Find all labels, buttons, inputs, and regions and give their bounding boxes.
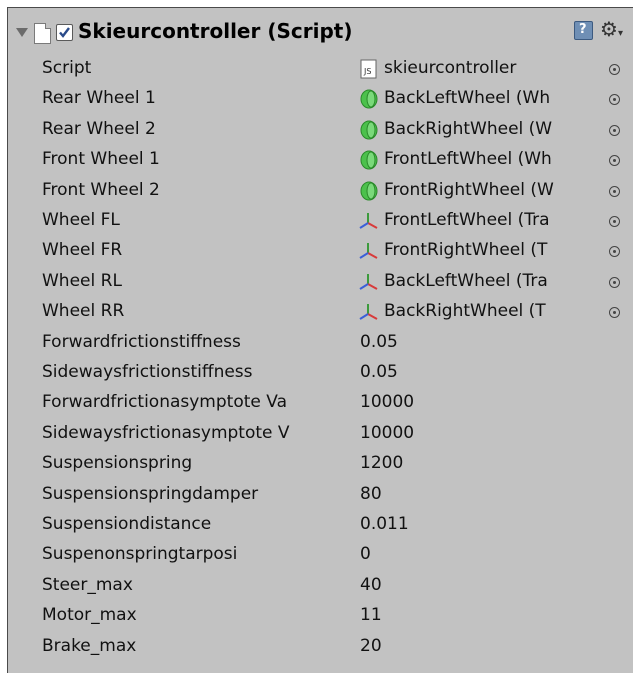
object-picker-icon[interactable] (609, 277, 620, 288)
wheel-collider-icon (359, 89, 379, 109)
field-label: Suspenonspringtarposi (42, 544, 238, 564)
field-label: Wheel RR (42, 301, 125, 321)
transform-icon (359, 272, 379, 292)
object-field-row: Front Wheel 2 FrontRightWheel (W (8, 177, 633, 207)
checkmark-icon (59, 27, 70, 38)
object-field-row: Script JS skieurcontroller (8, 55, 633, 85)
field-label: Forwardfrictionstiffness (42, 332, 241, 352)
field-label: Suspensionspringdamper (42, 484, 259, 504)
field-label: Suspensionspring (42, 453, 193, 473)
field-label: Forwardfrictionasymptote Va (42, 392, 287, 412)
number-field-value[interactable]: 20 (360, 636, 620, 656)
field-label: Sidewaysfrictionasymptote V (42, 423, 290, 443)
number-field-row: Brake_max 20 (8, 633, 633, 663)
object-picker-icon[interactable] (609, 246, 620, 257)
field-label: Front Wheel 1 (42, 149, 160, 169)
object-picker-icon[interactable] (609, 125, 620, 136)
number-field-value[interactable]: 0.05 (360, 362, 620, 382)
number-field-value[interactable]: 80 (360, 484, 620, 504)
number-field-row: Forwardfrictionstiffness 0.05 (8, 329, 633, 359)
script-file-icon (34, 23, 51, 44)
component-enabled-checkbox[interactable] (56, 24, 73, 41)
object-picker-icon[interactable] (609, 64, 620, 75)
number-field-row: Suspensionspringdamper 80 (8, 481, 633, 511)
object-field-row: Front Wheel 1 FrontLeftWheel (Wh (8, 146, 633, 176)
object-picker-icon[interactable] (609, 186, 620, 197)
wheel-collider-icon (359, 181, 379, 201)
object-picker-icon[interactable] (609, 216, 620, 227)
number-field-value[interactable]: 11 (360, 605, 620, 625)
object-picker-icon[interactable] (609, 94, 620, 105)
number-field-value[interactable]: 0.011 (360, 514, 620, 534)
number-field-row: Forwardfrictionasymptote Va 10000 (8, 389, 633, 419)
component-title: Skieurcontroller (Script) (78, 19, 353, 43)
number-field-row: Suspensionspring 1200 (8, 450, 633, 480)
object-field-value[interactable]: BackRightWheel (W (384, 119, 606, 139)
field-label: Motor_max (42, 605, 137, 625)
field-label: Wheel FR (42, 240, 123, 260)
number-field-row: Suspensiondistance 0.011 (8, 511, 633, 541)
field-label: Suspensiondistance (42, 514, 212, 534)
object-field-value[interactable]: FrontRightWheel (W (384, 180, 606, 200)
field-label: Sidewaysfrictionstiffness (42, 362, 253, 382)
svg-text:JS: JS (363, 67, 371, 76)
wheel-collider-icon (359, 120, 379, 140)
number-field-value[interactable]: 0.05 (360, 332, 620, 352)
object-field-value[interactable]: FrontLeftWheel (Wh (384, 149, 606, 169)
object-field-row: Wheel RR BackRightWheel (T (8, 298, 633, 328)
object-picker-icon[interactable] (609, 307, 620, 318)
number-field-row: Sidewaysfrictionasymptote V 10000 (8, 420, 633, 450)
number-field-row: Motor_max 11 (8, 602, 633, 632)
transform-icon (359, 302, 379, 322)
field-label: Front Wheel 2 (42, 180, 160, 200)
object-field-value[interactable]: FrontRightWheel (T (384, 240, 606, 260)
field-label: Brake_max (42, 636, 137, 656)
inspector-panel: Skieurcontroller (Script) ⚙▾ Script JS ski… (7, 7, 633, 673)
object-field-row: Wheel FL FrontLeftWheel (Tra (8, 207, 633, 237)
field-label: Script (42, 58, 92, 78)
number-field-value[interactable]: 10000 (360, 423, 620, 443)
gear-icon[interactable]: ⚙▾ (600, 17, 623, 41)
field-label: Steer_max (42, 575, 133, 595)
number-field-value[interactable]: 40 (360, 575, 620, 595)
object-field-row: Wheel RL BackLeftWheel (Tra (8, 268, 633, 298)
number-field-row: Sidewaysfrictionstiffness 0.05 (8, 359, 633, 389)
object-field-row: Wheel FR FrontRightWheel (T (8, 237, 633, 267)
component-header[interactable]: Skieurcontroller (Script) ⚙▾ (8, 17, 633, 53)
object-field-row: Rear Wheel 1 BackLeftWheel (Wh (8, 85, 633, 115)
field-label: Rear Wheel 2 (42, 119, 156, 139)
object-picker-icon[interactable] (609, 155, 620, 166)
number-field-row: Suspenonspringtarposi 0 (8, 541, 633, 571)
object-field-value[interactable]: BackLeftWheel (Tra (384, 271, 606, 291)
number-field-value[interactable]: 0 (360, 544, 620, 564)
help-icon[interactable] (574, 21, 593, 40)
number-field-row: Steer_max 40 (8, 572, 633, 602)
field-label: Wheel FL (42, 210, 120, 230)
object-field-row: Rear Wheel 2 BackRightWheel (W (8, 116, 633, 146)
wheel-collider-icon (359, 150, 379, 170)
number-field-value[interactable]: 10000 (360, 392, 620, 412)
field-label: Rear Wheel 1 (42, 88, 156, 108)
object-field-value[interactable]: BackRightWheel (T (384, 301, 606, 321)
foldout-arrow-icon[interactable] (16, 28, 28, 37)
js-file-icon: JS (359, 59, 379, 79)
field-label: Wheel RL (42, 271, 122, 291)
object-field-value[interactable]: skieurcontroller (384, 58, 606, 78)
number-field-value[interactable]: 1200 (360, 453, 620, 473)
transform-icon (359, 241, 379, 261)
transform-icon (359, 211, 379, 231)
object-field-value[interactable]: BackLeftWheel (Wh (384, 88, 606, 108)
object-field-value[interactable]: FrontLeftWheel (Tra (384, 210, 606, 230)
